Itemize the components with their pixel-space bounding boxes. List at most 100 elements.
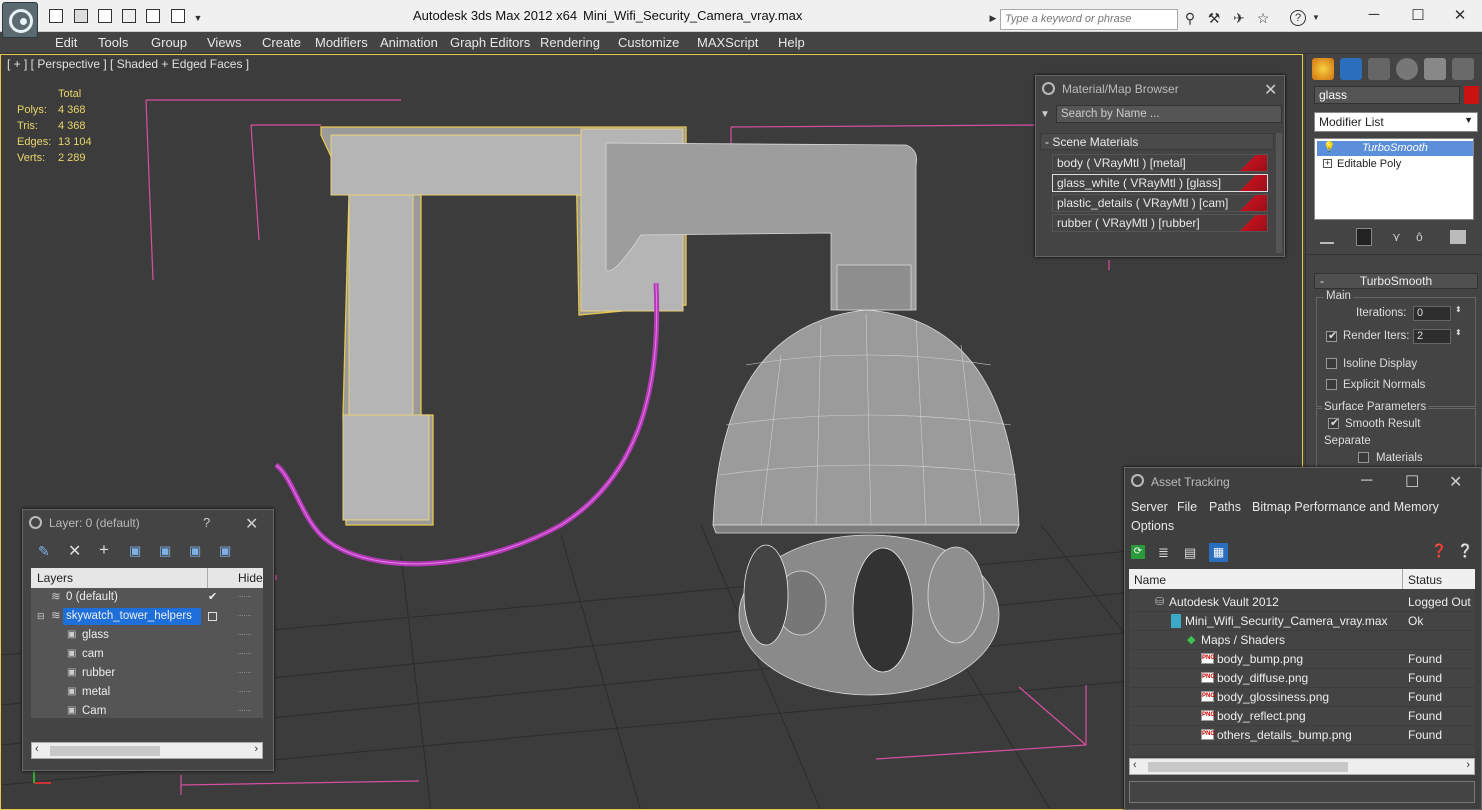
asset-row[interactable]: PNG body_reflect.png Found: [1131, 707, 1475, 726]
stack-item-turbosmooth[interactable]: TurboSmooth: [1317, 141, 1473, 156]
highlight-layer-icon[interactable]: ▣: [159, 543, 171, 559]
asset-row[interactable]: PNG others_details_bump.png Found: [1131, 726, 1475, 745]
refresh-icon[interactable]: ⟳: [1131, 545, 1145, 559]
object-color-swatch[interactable]: [1464, 86, 1479, 104]
render-iters-spinner[interactable]: 2: [1413, 329, 1451, 344]
communication-icon[interactable]: ✈: [1231, 10, 1247, 26]
asset-row[interactable]: PNG body_diffuse.png Found: [1131, 669, 1475, 688]
quick-access-dropdown-icon[interactable]: ▼: [190, 10, 206, 26]
help-button[interactable]: ?: [203, 515, 210, 530]
menu-modifiers[interactable]: Modifiers: [315, 35, 368, 50]
render-iters-checkbox[interactable]: ✔: [1326, 330, 1337, 342]
display-tab-icon[interactable]: [1424, 58, 1446, 80]
select-objects-icon[interactable]: ▣: [129, 543, 141, 559]
utilities-tab-icon[interactable]: [1452, 58, 1474, 80]
pin-stack-icon[interactable]: [1320, 230, 1334, 244]
hide-toggle[interactable]: [238, 615, 251, 618]
save-icon[interactable]: [74, 9, 88, 23]
subscription-icon[interactable]: ⚒: [1206, 10, 1222, 26]
isoline-checkbox[interactable]: [1326, 358, 1337, 369]
menu-options[interactable]: Options: [1131, 519, 1174, 533]
horizontal-scrollbar[interactable]: ‹ ›: [31, 742, 263, 759]
help-icon[interactable]: ?: [1290, 10, 1306, 26]
hide-toggle[interactable]: [238, 653, 251, 656]
asset-row[interactable]: ⛁ Autodesk Vault 2012 Logged Out: [1131, 593, 1475, 612]
scroll-right-icon[interactable]: ›: [1466, 759, 1470, 771]
configure-sets-icon[interactable]: [1450, 230, 1466, 244]
material-row[interactable]: plastic_details ( VRayMtl ) [cam]: [1052, 194, 1268, 212]
materials-checkbox[interactable]: [1358, 452, 1369, 463]
menu-animation[interactable]: Animation: [380, 35, 438, 50]
add-to-layer-icon[interactable]: +: [99, 540, 109, 560]
menu-maxscript[interactable]: MAXScript: [697, 35, 758, 50]
material-search-input[interactable]: Search by Name ...: [1056, 105, 1282, 123]
minimize-button[interactable]: ─: [1361, 472, 1372, 490]
binoculars-icon[interactable]: ⚲: [1182, 10, 1198, 26]
menu-graph-editors[interactable]: Graph Editors: [450, 35, 530, 50]
help-icon[interactable]: ❓: [1431, 543, 1447, 559]
hide-toggle[interactable]: [238, 634, 251, 637]
viewport-label[interactable]: [ + ] [ Perspective ] [ Shaded + Edged F…: [7, 57, 249, 71]
create-layer-icon[interactable]: ✎: [38, 543, 50, 560]
col-name[interactable]: Name: [1134, 573, 1166, 587]
table-view-icon[interactable]: ▦: [1209, 543, 1228, 562]
delete-layer-icon[interactable]: ✕: [68, 541, 81, 561]
current-layer-check-icon[interactable]: ✔: [208, 588, 217, 606]
tree-view-icon[interactable]: ▤: [1184, 545, 1196, 561]
scroll-left-icon[interactable]: ‹: [35, 743, 39, 755]
undo-icon[interactable]: [146, 9, 160, 23]
close-button[interactable]: ✕: [1450, 6, 1470, 24]
hierarchy-tab-icon[interactable]: [1368, 58, 1390, 80]
asset-path-field[interactable]: [1129, 781, 1475, 803]
explicit-normals-checkbox[interactable]: [1326, 379, 1337, 390]
menu-server[interactable]: Server: [1131, 500, 1168, 514]
remove-modifier-icon[interactable]: ô: [1416, 230, 1430, 244]
hide-toggle[interactable]: [238, 672, 251, 675]
menu-bitmap-performance[interactable]: Bitmap Performance and Memory: [1252, 500, 1439, 514]
horizontal-scrollbar[interactable]: ‹ ›: [1129, 758, 1475, 775]
modifier-stack[interactable]: TurboSmooth 💡 Editable Poly +: [1314, 138, 1474, 220]
help-dropdown-icon[interactable]: ▼: [1308, 10, 1324, 26]
smooth-result-checkbox[interactable]: ✔: [1328, 417, 1339, 429]
material-browser-titlebar[interactable]: Material/Map Browser: [1036, 76, 1284, 102]
favorites-star-icon[interactable]: ☆: [1255, 10, 1271, 26]
spinner-arrows-icon[interactable]: ⬍: [1455, 305, 1462, 314]
hide-toggle[interactable]: [238, 596, 251, 599]
layer-object-row[interactable]: ▣ glass: [33, 626, 260, 645]
scroll-thumb[interactable]: [1148, 762, 1348, 772]
scroll-right-icon[interactable]: ›: [254, 743, 258, 755]
layer-object-row[interactable]: ▣ rubber: [33, 664, 260, 683]
hide-toggle[interactable]: [238, 710, 251, 713]
new-icon[interactable]: [98, 9, 112, 23]
asset-row[interactable]: ◆ Maps / Shaders: [1131, 631, 1475, 650]
col-hide[interactable]: Hide: [238, 571, 263, 585]
hide-all-icon[interactable]: ▣: [189, 543, 201, 559]
layer-checkbox[interactable]: [208, 612, 217, 621]
maximize-button[interactable]: ☐: [1408, 6, 1428, 24]
layer-object-row[interactable]: ▣ Cam: [33, 702, 260, 721]
app-logo-icon[interactable]: [2, 2, 38, 38]
iterations-spinner[interactable]: 0: [1413, 306, 1451, 321]
menu-file[interactable]: File: [1177, 500, 1197, 514]
asset-row[interactable]: Mini_Wifi_Security_Camera_vray.max Ok: [1131, 612, 1475, 631]
project-icon[interactable]: [122, 9, 136, 23]
layer-object-row[interactable]: ▣ cam: [33, 645, 260, 664]
menu-edit[interactable]: Edit: [55, 35, 77, 50]
layer-row[interactable]: ≋ 0 (default) ✔: [33, 588, 260, 607]
maximize-button[interactable]: ☐: [1405, 472, 1419, 492]
expand-minus-icon[interactable]: ⊟: [37, 607, 45, 625]
open-icon[interactable]: [49, 9, 63, 23]
lightbulb-icon[interactable]: 💡: [1323, 142, 1335, 153]
stack-item-editable-poly[interactable]: Editable Poly: [1317, 157, 1473, 172]
material-row-selected[interactable]: glass_white ( VRayMtl ) [glass]: [1052, 174, 1268, 192]
col-layers[interactable]: Layers: [37, 571, 73, 585]
search-expand-icon[interactable]: ▶: [985, 10, 1001, 26]
menu-views[interactable]: Views: [207, 35, 241, 50]
layer-window-titlebar[interactable]: Layer: 0 (default): [23, 510, 273, 536]
asset-row[interactable]: PNG body_glossiness.png Found: [1131, 688, 1475, 707]
show-end-result-icon[interactable]: [1356, 228, 1372, 246]
object-name-field[interactable]: glass: [1314, 86, 1460, 104]
scroll-thumb[interactable]: [50, 746, 160, 756]
layer-row-selected[interactable]: ⊟ ≋ skywatch_tower_helpers: [33, 607, 260, 626]
layer-object-row[interactable]: ▣ metal: [33, 683, 260, 702]
